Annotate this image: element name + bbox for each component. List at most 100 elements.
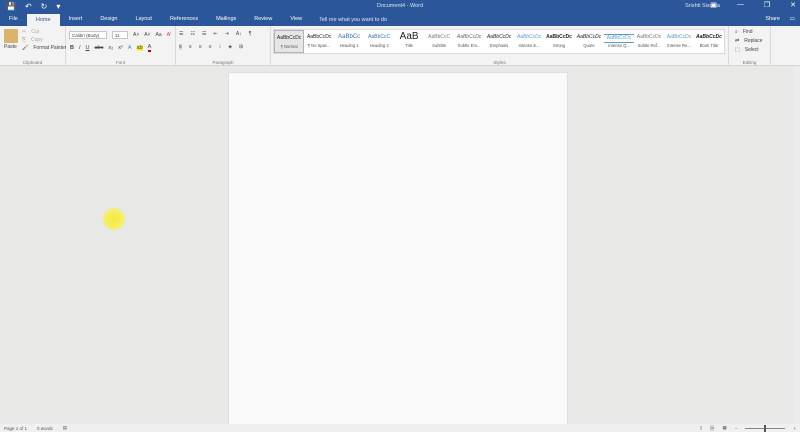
paste-button[interactable]: Paste bbox=[4, 44, 17, 50]
print-layout-icon[interactable]: ▭ bbox=[710, 425, 715, 431]
style-preview: AaBbCcC bbox=[428, 34, 451, 40]
copy-button[interactable]: ⎘ Copy bbox=[22, 37, 43, 43]
zoom-slider[interactable] bbox=[745, 424, 786, 432]
paste-icon[interactable] bbox=[4, 29, 18, 43]
format-painter-button[interactable]: 🖌 Format Painter bbox=[22, 45, 66, 51]
format-painter-label: Format Painter bbox=[33, 45, 67, 51]
web-layout-icon[interactable]: ▦ bbox=[722, 425, 726, 431]
zoom-in-button[interactable]: + bbox=[793, 426, 796, 431]
font-name-select[interactable]: Calibri (Body) bbox=[69, 31, 107, 39]
maximize-button[interactable]: ❐ bbox=[764, 1, 770, 9]
align-center-button[interactable]: ≡ bbox=[189, 44, 192, 50]
italic-button[interactable]: I bbox=[79, 45, 81, 51]
decrease-indent-button[interactable]: ⇤ bbox=[213, 31, 217, 37]
tab-insert[interactable]: Insert bbox=[60, 13, 92, 26]
style-heading-1[interactable]: AaBbCc Heading 1 bbox=[334, 30, 364, 53]
style-emphasis[interactable]: AaBbCcDc Emphasis bbox=[484, 30, 514, 53]
tab-file[interactable]: File bbox=[0, 13, 27, 26]
tell-me-input[interactable]: Tell me what you want to do bbox=[319, 17, 387, 23]
show-hide-button[interactable]: ¶ bbox=[249, 31, 252, 37]
style-preview: AaB bbox=[399, 31, 419, 42]
subscript-button[interactable]: x₂ bbox=[108, 45, 113, 51]
style-name: Heading 1 bbox=[339, 43, 359, 48]
style-preview: AaBbCcDc bbox=[456, 34, 482, 40]
style-name: Book Title bbox=[699, 43, 719, 48]
style-name: ¶ Normal bbox=[280, 44, 298, 49]
select-button[interactable]: ⬚ Select bbox=[735, 47, 759, 53]
style-no-spacing[interactable]: AaBbCcDc ¶ No Spac... bbox=[304, 30, 334, 53]
share-button[interactable]: Share bbox=[765, 16, 780, 22]
comments-icon[interactable]: ▭ bbox=[790, 16, 795, 22]
style-name: Quote bbox=[583, 43, 595, 48]
superscript-button[interactable]: x² bbox=[118, 45, 123, 51]
paragraph-group: ☰ ☷ ☰ ⇤ ⇥ A↓ ¶ ≡ ≡ ≡ ≡ ↕ ◈ ⊞ Paragraph bbox=[176, 26, 271, 66]
style-heading-2[interactable]: AaBbCcC Heading 2 bbox=[364, 30, 394, 53]
vertical-scrollbar[interactable] bbox=[793, 66, 800, 424]
bullets-button[interactable]: ☰ bbox=[179, 31, 183, 37]
tab-design[interactable]: Design bbox=[91, 13, 126, 26]
cut-button[interactable]: ✂ Cut bbox=[22, 29, 39, 35]
style-preview: AaBbCcC bbox=[368, 34, 391, 40]
find-label: Find bbox=[742, 29, 753, 35]
style-preview: AaBbCc bbox=[338, 34, 361, 40]
read-mode-icon[interactable]: ▯ bbox=[700, 425, 702, 431]
style-intense-reference[interactable]: AaBbCcDc Intense Re... bbox=[664, 30, 694, 53]
borders-button[interactable]: ⊞ bbox=[239, 44, 243, 50]
style-intense-quote[interactable]: AaBbCcDc Intense Q... bbox=[604, 30, 634, 53]
close-button[interactable]: ✕ bbox=[790, 1, 796, 9]
document-page[interactable] bbox=[228, 72, 568, 432]
style-title[interactable]: AaB Title bbox=[394, 30, 424, 53]
line-spacing-button[interactable]: ↕ bbox=[219, 44, 222, 50]
style-intense-emphasis[interactable]: AaBbCcDc Intense E... bbox=[514, 30, 544, 53]
page-count[interactable]: Page 1 of 1 bbox=[4, 426, 27, 431]
sort-button[interactable]: A↓ bbox=[236, 31, 242, 37]
find-button[interactable]: ⌕ Find bbox=[735, 29, 753, 35]
style-quote[interactable]: AaBbCcDc Quote bbox=[574, 30, 604, 53]
justify-button[interactable]: ≡ bbox=[209, 44, 212, 50]
tab-layout[interactable]: Layout bbox=[126, 13, 161, 26]
style-subtitle[interactable]: AaBbCcC Subtitle bbox=[424, 30, 454, 53]
change-case-button[interactable]: Aa bbox=[156, 32, 162, 38]
font-color-button[interactable]: A bbox=[147, 44, 152, 52]
style-subtle-emphasis[interactable]: AaBbCcDc Subtle Em... bbox=[454, 30, 484, 53]
clear-formatting-button[interactable]: A̸ bbox=[167, 32, 170, 38]
clipboard-group: Paste ✂ Cut ⎘ Copy 🖌 Format Painter Clip… bbox=[0, 26, 66, 66]
style-strong[interactable]: AaBbCcDc Strong bbox=[544, 30, 574, 53]
style-preview: AaBbCcDc bbox=[546, 34, 572, 40]
minimize-button[interactable]: — bbox=[737, 1, 744, 9]
window-title: Document4 - Word bbox=[376, 3, 424, 9]
style-subtle-reference[interactable]: AaBbCcDc Subtle Ref... bbox=[634, 30, 664, 53]
multilevel-list-button[interactable]: ☰ bbox=[202, 31, 206, 37]
status-bar: Page 1 of 1 0 words ▤ ▯ ▭ ▦ − + bbox=[0, 424, 800, 432]
style-normal[interactable]: AaBbCcDc ¶ Normal bbox=[274, 30, 305, 53]
ribbon-tabs: File Home Insert Design Layout Reference… bbox=[0, 13, 800, 27]
shading-button[interactable]: ◈ bbox=[228, 44, 232, 50]
bold-button[interactable]: B bbox=[70, 45, 74, 51]
increase-indent-button[interactable]: ⇥ bbox=[225, 31, 229, 37]
text-effects-button[interactable]: A bbox=[128, 45, 132, 51]
ribbon-display-icon[interactable]: ▣ bbox=[710, 1, 717, 9]
select-icon: ⬚ bbox=[735, 47, 740, 53]
font-label: Font bbox=[115, 60, 125, 65]
zoom-out-button[interactable]: − bbox=[735, 426, 738, 431]
grow-font-button[interactable]: A˄ bbox=[133, 32, 139, 38]
tab-home[interactable]: Home bbox=[26, 13, 60, 27]
numbering-button[interactable]: ☷ bbox=[190, 31, 194, 37]
tab-references[interactable]: References bbox=[161, 13, 207, 26]
align-right-button[interactable]: ≡ bbox=[199, 44, 202, 50]
underline-button[interactable]: U bbox=[86, 45, 90, 51]
shrink-font-button[interactable]: A˅ bbox=[144, 32, 150, 38]
highlight-button[interactable]: ab bbox=[136, 45, 143, 51]
font-size-select[interactable]: 11 bbox=[112, 31, 128, 39]
proofing-icon[interactable]: ▤ bbox=[63, 425, 67, 431]
tab-view[interactable]: View bbox=[281, 13, 311, 26]
strikethrough-button[interactable]: abc bbox=[95, 45, 104, 51]
align-left-button[interactable]: ≡ bbox=[179, 44, 182, 50]
ribbon: Paste ✂ Cut ⎘ Copy 🖌 Format Painter Clip… bbox=[0, 26, 800, 66]
tab-mailings[interactable]: Mailings bbox=[207, 13, 245, 26]
style-book-title[interactable]: AaBbCcDc Book Title bbox=[694, 30, 724, 53]
style-name: Intense Q... bbox=[608, 43, 630, 48]
word-count[interactable]: 0 words bbox=[37, 426, 53, 431]
tab-review[interactable]: Review bbox=[245, 13, 281, 26]
replace-button[interactable]: ⇄ Replace bbox=[735, 38, 763, 44]
